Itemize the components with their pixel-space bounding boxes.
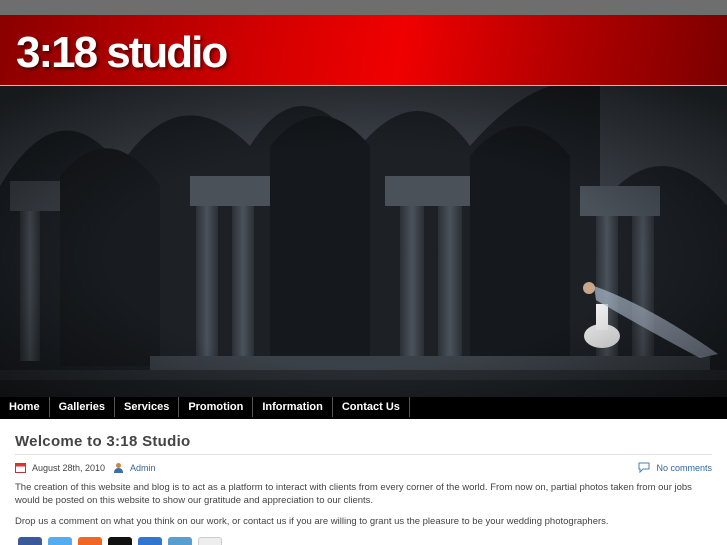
nav-information[interactable]: Information [253, 397, 333, 417]
post-date-text: August 28th, 2010 [32, 462, 106, 473]
facebook-icon[interactable] [18, 537, 42, 545]
post-comments-link[interactable]: No comments [656, 463, 712, 473]
share-bar [18, 537, 222, 545]
post-title[interactable]: Welcome to 3:18 Studio [15, 433, 712, 455]
nav-promotion[interactable]: Promotion [179, 397, 254, 417]
nav-galleries[interactable]: Galleries [50, 397, 116, 417]
stumbleupon-icon[interactable] [168, 537, 192, 545]
email-icon[interactable] [198, 537, 222, 545]
post-comments[interactable]: No comments [638, 462, 712, 473]
calendar-icon [15, 463, 26, 473]
post: Welcome to 3:18 Studio August 28th, 2010… [15, 433, 712, 536]
nav-home[interactable]: Home [0, 397, 50, 417]
delicious-icon[interactable] [138, 537, 162, 545]
user-icon [114, 463, 123, 473]
post-date: August 28th, 2010 [15, 462, 105, 473]
post-author-link[interactable]: Admin [130, 463, 156, 473]
site-header: 3:18 studio [0, 15, 727, 86]
post-meta: August 28th, 2010 Admin No comments [15, 458, 712, 480]
hero-image [0, 86, 727, 397]
post-author[interactable]: Admin [113, 462, 156, 473]
top-strip [0, 0, 727, 15]
main-nav: Home Galleries Services Promotion Inform… [0, 397, 727, 419]
post-paragraph: Drop us a comment on what you think on o… [15, 516, 609, 527]
digg-icon[interactable] [108, 537, 132, 545]
site-logo[interactable]: 3:18 studio [16, 28, 228, 78]
hero-photo [0, 86, 727, 397]
post-paragraph: The creation of this website and blog is… [15, 482, 692, 506]
twitter-icon[interactable] [48, 537, 72, 545]
rss-icon[interactable] [78, 537, 102, 545]
comment-icon [638, 462, 650, 473]
nav-contact-us[interactable]: Contact Us [333, 397, 410, 417]
nav-services[interactable]: Services [115, 397, 180, 417]
post-body: The creation of this website and blog is… [15, 481, 712, 528]
